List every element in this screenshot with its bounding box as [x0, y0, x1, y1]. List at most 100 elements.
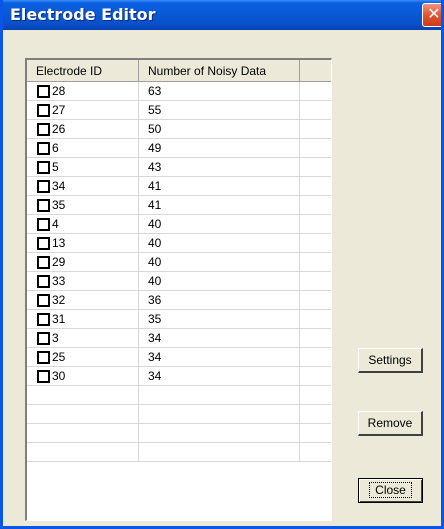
table-row[interactable]: 25 34: [27, 348, 331, 367]
empty-cell: [300, 120, 331, 139]
electrode-checkbox[interactable]: [37, 332, 50, 345]
table-row[interactable]: 3 34: [27, 329, 331, 348]
noisy-data-count: 40: [148, 255, 162, 269]
empty-row: [27, 405, 331, 424]
column-header-electrode-id[interactable]: Electrode ID: [27, 60, 139, 82]
table-row[interactable]: 29 40: [27, 253, 331, 272]
electrode-checkbox[interactable]: [37, 370, 50, 383]
empty-row: [27, 424, 331, 443]
electrode-id: 35: [52, 198, 66, 212]
noisy-data-cell: 49: [139, 139, 300, 158]
empty-cell: [300, 82, 331, 101]
electrode-id: 25: [52, 350, 66, 364]
table-row[interactable]: 5 43: [27, 158, 331, 177]
noisy-data-cell: 41: [139, 196, 300, 215]
electrode-list[interactable]: Electrode ID Number of Noisy Data 28 63 27…: [25, 58, 332, 521]
empty-cell: [300, 329, 331, 348]
noisy-data-count: 43: [148, 160, 162, 174]
empty-cell: [300, 291, 331, 310]
electrode-checkbox[interactable]: [37, 218, 50, 231]
column-header-noisy-data[interactable]: Number of Noisy Data: [139, 60, 300, 82]
table-row[interactable]: 32 36: [27, 291, 331, 310]
settings-button[interactable]: Settings: [358, 348, 423, 373]
electrode-id: 26: [52, 122, 66, 136]
electrode-checkbox[interactable]: [37, 142, 50, 155]
noisy-data-cell: 41: [139, 177, 300, 196]
noisy-data-count: 50: [148, 122, 162, 136]
empty-cell: [300, 272, 331, 291]
remove-button[interactable]: Remove: [358, 411, 423, 436]
electrode-id-cell: 4: [27, 215, 139, 234]
electrode-checkbox[interactable]: [37, 275, 50, 288]
noisy-data-cell: 40: [139, 253, 300, 272]
electrode-id-cell: 30: [27, 367, 139, 386]
table-row[interactable]: 6 49: [27, 139, 331, 158]
title-bar[interactable]: Electrode Editor ✕: [3, 0, 441, 30]
table-row[interactable]: 28 63: [27, 82, 331, 101]
electrode-checkbox[interactable]: [37, 180, 50, 193]
close-button[interactable]: Close: [358, 478, 423, 503]
table-row[interactable]: 35 41: [27, 196, 331, 215]
empty-cell: [300, 215, 331, 234]
electrode-editor-window: Electrode Editor ✕ Electrode ID Number o…: [0, 0, 444, 529]
empty-row: [27, 443, 331, 462]
remove-button-label: Remove: [367, 416, 413, 430]
electrode-checkbox[interactable]: [37, 104, 50, 117]
table-row[interactable]: 30 34: [27, 367, 331, 386]
electrode-checkbox[interactable]: [37, 199, 50, 212]
electrode-id-cell: 32: [27, 291, 139, 310]
noisy-data-cell: 36: [139, 291, 300, 310]
noisy-data-cell: [139, 424, 300, 443]
electrode-id-cell: 29: [27, 253, 139, 272]
window-title: Electrode Editor: [10, 5, 156, 24]
electrode-id: 27: [52, 103, 66, 117]
table-row[interactable]: 13 40: [27, 234, 331, 253]
electrode-checkbox[interactable]: [37, 351, 50, 364]
table-row[interactable]: 27 55: [27, 101, 331, 120]
table-row[interactable]: 4 40: [27, 215, 331, 234]
empty-cell: [300, 139, 331, 158]
electrode-id-cell: 6: [27, 139, 139, 158]
electrode-checkbox[interactable]: [37, 313, 50, 326]
electrode-checkbox[interactable]: [37, 256, 50, 269]
empty-cell: [300, 253, 331, 272]
noisy-data-count: 41: [148, 198, 162, 212]
noisy-data-count: 40: [148, 217, 162, 231]
noisy-data-cell: 63: [139, 82, 300, 101]
table-row[interactable]: 33 40: [27, 272, 331, 291]
electrode-id-cell: 3: [27, 329, 139, 348]
table-row[interactable]: 34 41: [27, 177, 331, 196]
electrode-checkbox[interactable]: [37, 237, 50, 250]
close-window-button[interactable]: ✕: [422, 3, 441, 27]
empty-cell: [300, 367, 331, 386]
electrode-id-cell: 25: [27, 348, 139, 367]
column-header-empty[interactable]: [300, 60, 331, 82]
electrode-id-cell: 26: [27, 120, 139, 139]
electrode-checkbox[interactable]: [37, 85, 50, 98]
table-row[interactable]: 26 50: [27, 120, 331, 139]
electrode-checkbox[interactable]: [37, 161, 50, 174]
close-button-label: Close: [369, 482, 412, 498]
empty-row: [27, 386, 331, 405]
noisy-data-cell: 40: [139, 272, 300, 291]
electrode-id-cell: 5: [27, 158, 139, 177]
noisy-data-cell: 55: [139, 101, 300, 120]
noisy-data-cell: 43: [139, 158, 300, 177]
electrode-checkbox[interactable]: [37, 123, 50, 136]
table-row[interactable]: 31 35: [27, 310, 331, 329]
noisy-data-cell: [139, 443, 300, 462]
noisy-data-count: 41: [148, 179, 162, 193]
electrode-id-cell: [27, 386, 139, 405]
noisy-data-cell: 34: [139, 329, 300, 348]
electrode-id-cell: 13: [27, 234, 139, 253]
electrode-id-cell: 33: [27, 272, 139, 291]
noisy-data-cell: 40: [139, 234, 300, 253]
empty-cell: [300, 310, 331, 329]
electrode-id: 33: [52, 274, 66, 288]
electrode-id: 30: [52, 369, 66, 383]
electrode-id: 6: [52, 141, 59, 155]
close-icon: ✕: [427, 4, 441, 23]
noisy-data-count: 35: [148, 312, 162, 326]
electrode-checkbox[interactable]: [37, 294, 50, 307]
list-header: Electrode ID Number of Noisy Data: [27, 60, 331, 82]
